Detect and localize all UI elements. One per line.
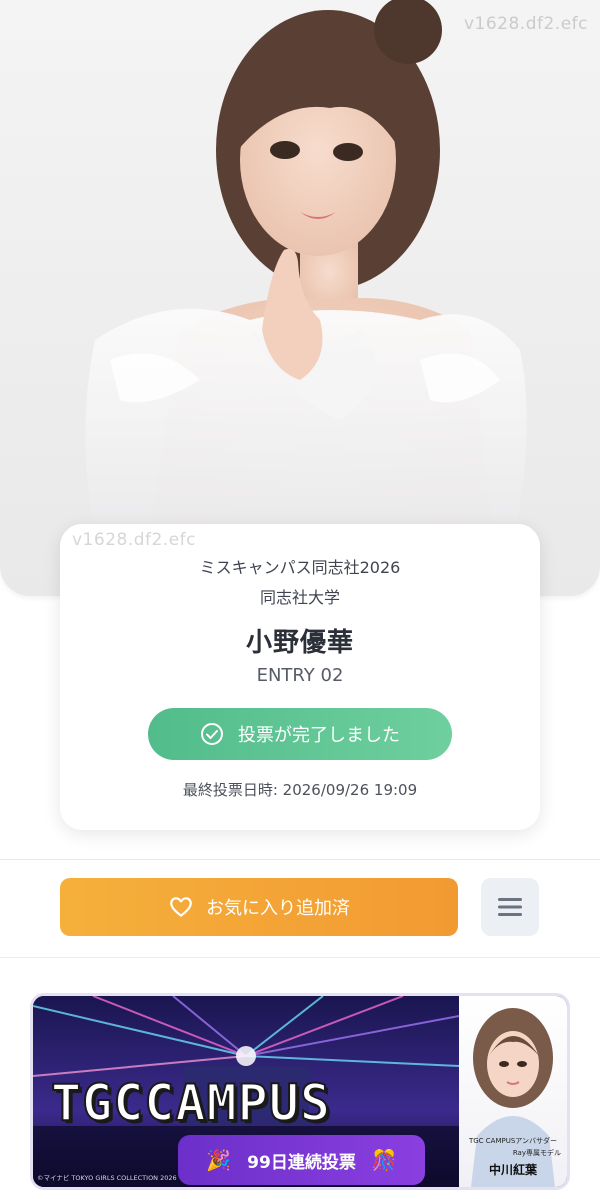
ambassador-name: 中川紅葉: [488, 1163, 537, 1177]
ambassador-title: TGC CAMPUSアンバサダー: [468, 1137, 558, 1145]
profile-photo: v1628.df2.efc: [0, 0, 600, 596]
divider: [0, 957, 600, 958]
banner-copyright: ©マイナビ TOKYO GIRLS COLLECTION 2026: [37, 1174, 177, 1182]
banner-stage-image: TGCCAMPUS 🎉 99日連続投票 🎊 ©マイナビ TOKYO GIRLS …: [33, 996, 459, 1187]
entry-number: ENTRY 02: [256, 665, 344, 686]
tgc-campus-banner[interactable]: TGCCAMPUS 🎉 99日連続投票 🎊 ©マイナビ TOKYO GIRLS …: [30, 993, 570, 1190]
vote-streak-badge: 🎉 99日連続投票 🎊: [178, 1135, 425, 1185]
check-circle-icon: [201, 723, 223, 745]
vote-complete-button[interactable]: 投票が完了しました: [148, 708, 452, 760]
last-vote-time: 最終投票日時: 2026/09/26 19:09: [182, 781, 418, 799]
school-name: 同志社大学: [259, 588, 340, 607]
contest-name: ミスキャンパス同志社2026: [199, 558, 401, 577]
portrait-illustration: [85, 0, 527, 596]
watermark-top: v1628.df2.efc: [463, 14, 588, 34]
tgc-campus-logo: TGCCAMPUS: [50, 1073, 331, 1133]
hamburger-menu-icon: [498, 898, 522, 916]
candidate-name: 小野優華: [245, 628, 354, 658]
favorite-button[interactable]: お気に入り追加済: [60, 878, 458, 936]
ambassador-portrait: [471, 1008, 555, 1187]
party-popper-icon: 🎉: [206, 1148, 232, 1172]
ambassador-subtitle: Ray専属モデル: [512, 1149, 561, 1157]
profile-card: v1628.df2.efc ミスキャンパス同志社2026 同志社大学 小野優華 …: [60, 524, 540, 830]
watermark-card: v1628.df2.efc: [72, 530, 197, 550]
menu-button[interactable]: [481, 878, 539, 936]
vote-streak-label: 99日連続投票: [247, 1152, 356, 1173]
vote-complete-label: 投票が完了しました: [238, 725, 400, 746]
heart-icon: [170, 897, 192, 917]
favorite-label: お気に入り追加済: [206, 898, 350, 919]
divider: [0, 859, 600, 860]
ambassador-panel: TGC CAMPUSアンバサダー Ray専属モデル 中川紅葉: [459, 996, 567, 1187]
confetti-ball-icon: 🎊: [371, 1148, 397, 1172]
